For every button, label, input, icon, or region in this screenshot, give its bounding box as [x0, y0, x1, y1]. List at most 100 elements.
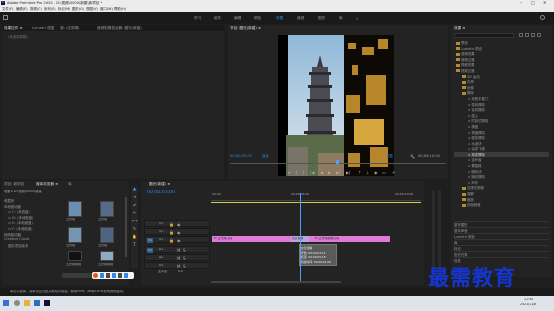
- effects-tab[interactable]: 效果 ≡: [454, 26, 465, 30]
- track-header-v2[interactable]: V2 🔒 ◉: [144, 228, 210, 235]
- track-header-a1[interactable]: A1 A1 M S: [144, 246, 210, 253]
- track-header-v1[interactable]: V1 V1 🔒 ◉: [144, 236, 210, 243]
- eye-icon[interactable]: ◉: [177, 230, 181, 235]
- menu-sequence[interactable]: 序列(S): [44, 7, 56, 11]
- ime-voice-icon[interactable]: [112, 273, 116, 278]
- ime-punct-icon[interactable]: [106, 273, 110, 278]
- workspace-graphics[interactable]: 图形: [318, 16, 325, 20]
- lift-icon[interactable]: ⇡: [358, 170, 361, 175]
- add-button-icon[interactable]: +: [392, 170, 395, 175]
- yuv-effects-icon[interactable]: [537, 33, 541, 37]
- ime-mode-icon[interactable]: [100, 273, 104, 278]
- playhead-marker-icon[interactable]: [336, 160, 339, 164]
- mark-in-icon[interactable]: {: [295, 170, 298, 175]
- ime-keyboard-icon[interactable]: [118, 273, 122, 278]
- timeline-clip[interactable]: fx 五光塔剪辑.jpg: [309, 236, 390, 242]
- taskbar-app-icon[interactable]: [34, 300, 40, 306]
- home-icon[interactable]: [3, 15, 8, 20]
- tab-libraries[interactable]: 库: [68, 182, 72, 186]
- accelerated-effects-icon[interactable]: [525, 33, 529, 37]
- tab-source[interactable]: 源: (无剪辑): [60, 26, 80, 30]
- workspace-color[interactable]: 颜色: [254, 16, 261, 20]
- menu-file[interactable]: 文件(F): [2, 7, 13, 11]
- taskbar-time[interactable]: 11:50: [524, 298, 533, 302]
- media-thumbnail[interactable]: [68, 251, 82, 261]
- workspace-audio[interactable]: 音频: [297, 16, 304, 20]
- solo-button[interactable]: S: [183, 264, 186, 269]
- source-patch-a1[interactable]: A1: [147, 248, 153, 253]
- timeline-playhead[interactable]: [300, 193, 301, 283]
- mute-button[interactable]: M: [177, 256, 180, 261]
- comparison-view-icon[interactable]: ▭: [382, 170, 386, 175]
- go-to-out-icon[interactable]: ▶|: [346, 170, 350, 175]
- menu-help[interactable]: 帮助(H): [114, 7, 126, 11]
- timeline-timecode[interactable]: 00;00;03;00: [147, 190, 175, 196]
- step-forward-icon[interactable]: ▶|: [336, 170, 340, 175]
- track-header-a2[interactable]: A2 M S: [144, 254, 210, 261]
- hand-tool-icon[interactable]: ✋: [131, 234, 138, 242]
- workspace-overflow-icon[interactable]: »: [356, 16, 358, 21]
- taskbar-app-icon[interactable]: [44, 300, 50, 306]
- marker-button-icon[interactable]: ▾: [288, 170, 290, 175]
- mark-out-icon[interactable]: }: [302, 170, 305, 175]
- taskbar-date[interactable]: 2021/11/8: [520, 303, 536, 307]
- timeline-clip[interactable]: fx 五光塔.jpg: [212, 236, 292, 242]
- time-ruler[interactable]: 00;00 00;00;05;00 00;00;10;00: [211, 193, 421, 201]
- step-back-icon[interactable]: ◀: [320, 170, 323, 175]
- mute-button[interactable]: M: [177, 248, 180, 253]
- quality-dropdown[interactable]: 完整: [386, 154, 393, 158]
- fit-dropdown[interactable]: 适合: [262, 154, 269, 158]
- workspace-libraries[interactable]: 库: [339, 16, 343, 20]
- track-header-a3[interactable]: A3 M S: [144, 262, 210, 269]
- ime-toolbar[interactable]: [92, 272, 134, 279]
- play-icon[interactable]: ▶: [328, 170, 331, 175]
- media-thumbnail[interactable]: [100, 251, 114, 261]
- track-header-v3[interactable]: V3 🔒 ◉: [144, 220, 210, 227]
- browser-scrollbar[interactable]: [125, 197, 127, 257]
- program-timecode[interactable]: 00;00;00;00: [230, 154, 252, 158]
- timeline-tab[interactable]: 圆光(新建) ≡: [149, 182, 170, 186]
- lock-icon[interactable]: 🔒: [169, 222, 174, 227]
- tab-audio-clip-mixer[interactable]: 音频剪辑混合器: 圆光(新建): [97, 26, 142, 30]
- effects-item[interactable]: 页面剥落: [454, 202, 549, 208]
- selection-tool-icon[interactable]: ▲: [131, 186, 138, 194]
- pen-tool-icon[interactable]: ✎: [131, 226, 138, 234]
- tree-item[interactable]: 团队项目版本: [4, 243, 60, 249]
- tab-lumetri-scopes[interactable]: Lumetri 范围: [32, 26, 54, 30]
- source-patch-v1[interactable]: V1: [147, 238, 153, 243]
- media-thumbnail[interactable]: [68, 227, 82, 243]
- solo-button[interactable]: S: [183, 256, 186, 261]
- browser-path[interactable]: 电脑 ▸ D:\视频\0000\新建: [4, 190, 42, 194]
- taskbar-app-icon[interactable]: [14, 300, 20, 306]
- tab-project[interactable]: 项目: 新项目: [4, 182, 24, 186]
- workspace-editing[interactable]: 编辑: [234, 16, 241, 20]
- program-tab[interactable]: 节目: 圆光(新建) ≡: [230, 26, 261, 30]
- media-thumbnail[interactable]: [100, 201, 114, 217]
- ime-logo-icon[interactable]: [93, 273, 98, 278]
- workspace-assembly[interactable]: 组件: [214, 16, 221, 20]
- mute-button[interactable]: M: [177, 264, 180, 269]
- search-icon[interactable]: [540, 15, 545, 20]
- type-tool-icon[interactable]: T: [131, 242, 138, 250]
- lock-icon[interactable]: 🔒: [169, 238, 174, 243]
- tab-effect-controls[interactable]: 效果控件 ≡: [4, 26, 23, 30]
- export-frame-icon[interactable]: ◉: [374, 170, 378, 175]
- taskbar-app-icon[interactable]: [24, 300, 30, 306]
- menu-edit[interactable]: 编辑(E): [16, 7, 28, 11]
- track-select-tool-icon[interactable]: ⇥: [131, 194, 138, 202]
- timeline-scrollbar[interactable]: [211, 281, 341, 283]
- eye-icon[interactable]: ◉: [177, 222, 181, 227]
- new-bin-icon[interactable]: [519, 33, 523, 37]
- wrench-icon[interactable]: 🔧: [410, 154, 415, 159]
- master-track-value[interactable]: 0.0: [178, 270, 183, 274]
- solo-button[interactable]: S: [183, 248, 186, 253]
- go-to-in-icon[interactable]: |◀: [310, 170, 314, 175]
- lock-icon[interactable]: 🔒: [169, 230, 174, 235]
- tab-media-browser[interactable]: 媒体浏览器 ≡: [36, 182, 58, 186]
- media-thumbnail[interactable]: [68, 201, 82, 217]
- ime-skin-icon[interactable]: [124, 273, 128, 278]
- ripple-edit-tool-icon[interactable]: ⟛: [131, 202, 138, 210]
- razor-tool-icon[interactable]: ✂: [131, 210, 138, 218]
- workspace-effects[interactable]: 效果: [276, 16, 283, 20]
- effects-search-input[interactable]: [454, 33, 514, 38]
